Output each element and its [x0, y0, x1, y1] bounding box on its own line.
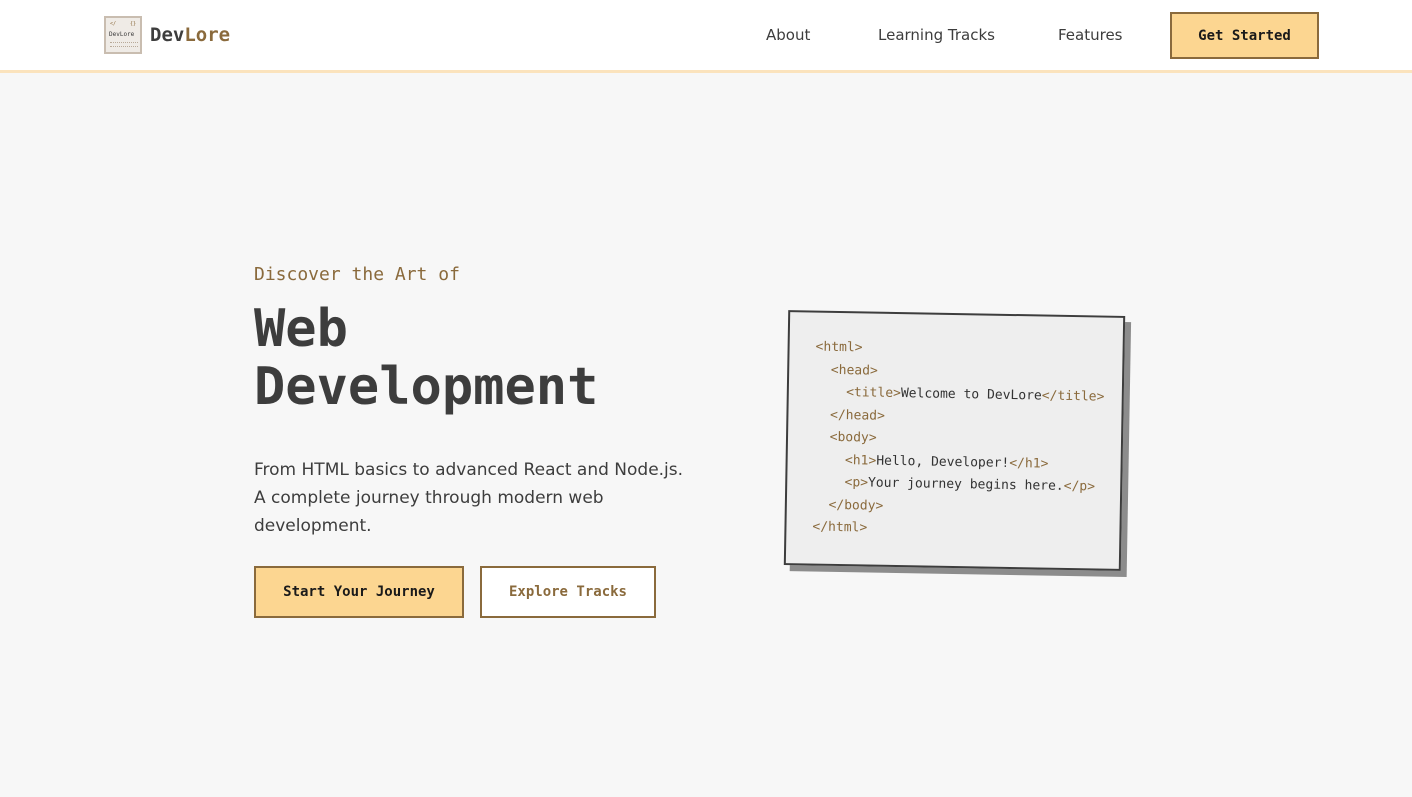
hero-text: Discover the Art of Web Development From… [254, 262, 694, 540]
nav-link-about[interactable]: About [766, 26, 810, 44]
brand-logo[interactable]: </{} DevLore DevLore [104, 16, 230, 54]
brand-name: DevLore [150, 24, 230, 46]
brand-name-prefix: Dev [150, 24, 185, 46]
code-sample-card: <html> <head> <title>Welcome to DevLore<… [783, 310, 1126, 571]
top-navbar: </{} DevLore DevLore About Learning Trac… [0, 0, 1412, 73]
logo-icon: </{} DevLore [104, 16, 142, 54]
explore-tracks-button[interactable]: Explore Tracks [480, 566, 656, 618]
nav-link-learning-tracks[interactable]: Learning Tracks [878, 26, 995, 44]
start-journey-button[interactable]: Start Your Journey [254, 566, 464, 618]
logo-mark-text: DevLore [109, 31, 135, 38]
hero-headline-line2: Development [254, 357, 599, 417]
get-started-button[interactable]: Get Started [1170, 12, 1319, 59]
hero-description: From HTML basics to advanced React and N… [254, 460, 684, 536]
code-line: </html> [812, 519, 868, 536]
hero-headline-line1: Web [254, 299, 348, 359]
nav-link-features[interactable]: Features [1058, 26, 1123, 44]
brand-name-suffix: Lore [184, 24, 231, 46]
hero-headline: Web Development [254, 300, 694, 416]
hero-eyebrow: Discover the Art of [254, 264, 460, 285]
